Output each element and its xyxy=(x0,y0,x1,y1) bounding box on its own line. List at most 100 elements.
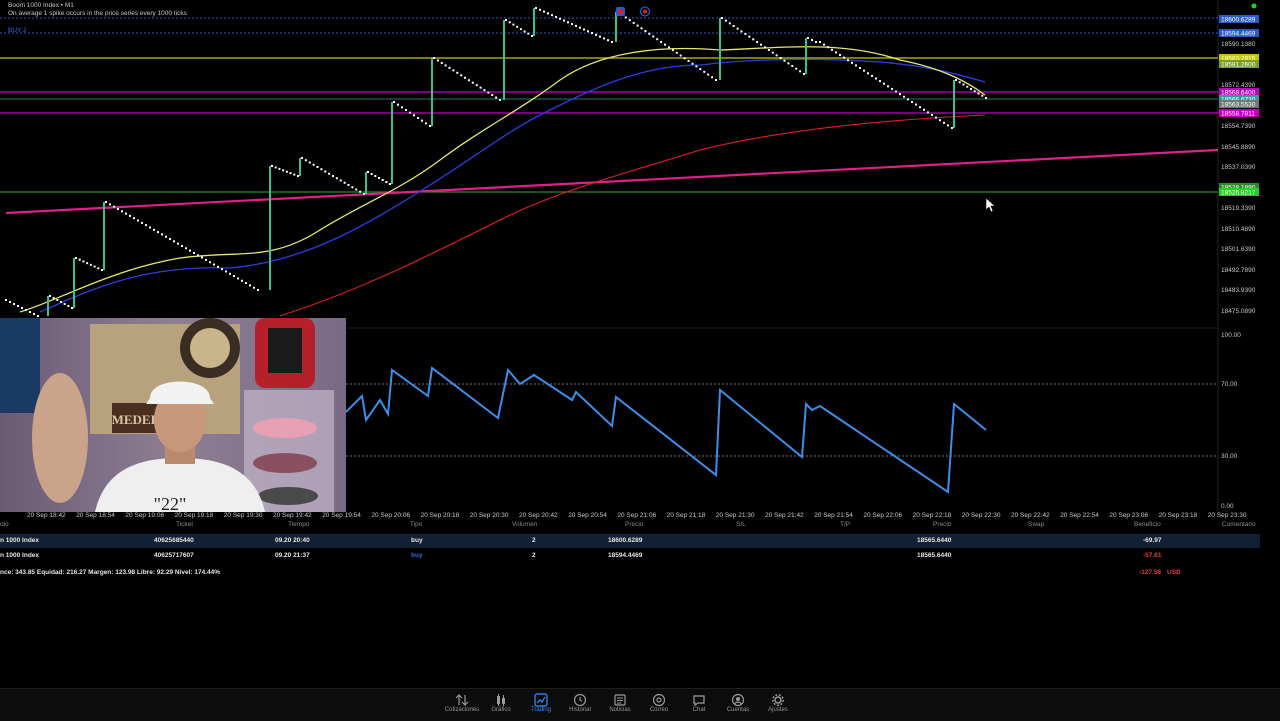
tick-candle xyxy=(791,65,794,67)
price-tag: 18600.6289 xyxy=(1219,15,1259,23)
tick-candle xyxy=(285,170,288,173)
tab-grafico[interactable]: Gráfico xyxy=(479,693,523,719)
col-comment[interactable]: Comentario xyxy=(1222,521,1256,528)
tick-candle xyxy=(981,94,984,97)
tick-candle xyxy=(543,10,545,13)
tick-candle xyxy=(970,88,972,90)
trade-time: 09.20 20:40 xyxy=(275,537,310,544)
tick-candle xyxy=(571,23,573,26)
tick-candle xyxy=(89,263,92,266)
price-tag-label: 18558.7811 xyxy=(1221,110,1255,117)
tick-candle xyxy=(843,56,845,59)
price-tag: 18581.2600 xyxy=(1219,60,1259,68)
col-ticket[interactable]: Ticket xyxy=(176,521,193,528)
col-cur-price[interactable]: Precio xyxy=(933,521,951,528)
col-swap[interactable]: Swap xyxy=(1028,521,1044,528)
tick-candle xyxy=(831,48,833,51)
price-tick-label: 18554.7390 xyxy=(1221,123,1256,130)
trade-symbol: n 1000 Index xyxy=(0,552,40,559)
tick-candle xyxy=(278,167,281,170)
col-price[interactable]: Precio xyxy=(625,521,643,528)
time-tick-label: 20 Sep 19:54 xyxy=(322,512,361,519)
price-tick-label: 18510.4890 xyxy=(1221,226,1256,233)
tick-candle xyxy=(301,157,303,159)
tick-candle xyxy=(448,66,451,69)
tab-cuentas[interactable]: Cuentas xyxy=(716,693,760,719)
tick-candle xyxy=(679,54,682,57)
osc-tick-label: 70.00 xyxy=(1221,381,1238,388)
tick-candle xyxy=(217,265,219,268)
tab-historial[interactable]: Historial xyxy=(558,693,602,719)
trend-chart-icon xyxy=(534,693,548,707)
shirt-text: "22" xyxy=(154,494,187,512)
tick-candle xyxy=(312,163,315,166)
tick-candle xyxy=(225,270,227,273)
price-tag: 18563.5530 xyxy=(1219,100,1259,108)
tick-candle xyxy=(177,242,179,245)
tick-candle xyxy=(823,43,825,46)
tick-candle xyxy=(401,106,403,109)
tick-candle xyxy=(97,267,100,270)
tick-candle xyxy=(339,179,342,182)
tick-candle xyxy=(452,69,455,72)
tick-candle xyxy=(343,181,346,184)
tick-candle xyxy=(233,275,235,278)
time-axis: 20 Sep 18:42 20 Sep 18:54 20 Sep 19:06 20 S… xyxy=(27,512,1247,519)
tick-candle xyxy=(962,83,965,86)
trade-ticket: 40625717607 xyxy=(154,552,194,559)
tab-cotizaciones[interactable]: Cotizaciones xyxy=(440,693,484,719)
tick-candle xyxy=(456,71,459,74)
col-tp[interactable]: T/P xyxy=(840,521,850,528)
time-tick-label: 20 Sep 21:42 xyxy=(765,512,804,519)
col-sl[interactable]: S/L xyxy=(736,521,746,528)
osc-tick-label: 30.00 xyxy=(1221,453,1238,460)
tab-ajustes[interactable]: Ajustes xyxy=(756,693,800,719)
col-type[interactable]: Tipo xyxy=(410,521,422,528)
tick-candle xyxy=(875,77,877,80)
candles-icon xyxy=(497,694,505,706)
order-line-label[interactable]: BUY 2 xyxy=(8,27,27,34)
tab-correo[interactable]: Correo xyxy=(637,693,681,719)
tab-label: Gráfico xyxy=(491,707,511,713)
order-marker-icon[interactable] xyxy=(616,7,625,16)
account-summary: nce: 343.85 Equidad: 216.27 Margen: 123.… xyxy=(0,566,1260,578)
tick-candle xyxy=(567,21,569,24)
price-tag: 18526.8217 xyxy=(1219,188,1259,196)
tick-candle xyxy=(487,91,490,94)
tab-chat[interactable]: Chat xyxy=(677,693,721,719)
tick-candle xyxy=(475,84,478,87)
tick-candle xyxy=(328,172,331,175)
tick-candle xyxy=(49,295,51,297)
tab-trading[interactable]: Trading xyxy=(519,693,563,719)
chat-bubble-icon xyxy=(693,695,705,707)
tick-candle xyxy=(715,79,717,81)
tick-candle xyxy=(60,301,62,303)
tick-candle xyxy=(332,175,334,177)
tick-candle xyxy=(389,183,391,185)
tick-candle xyxy=(891,87,893,90)
tick-candle xyxy=(153,228,155,231)
trade-row[interactable]: n 1000 Index 40625685440 09.20 20:40 buy… xyxy=(0,534,1260,548)
tick-candle xyxy=(740,30,743,33)
trade-time: 09.20 21:37 xyxy=(275,552,310,559)
time-tick-label: 20 Sep 18:54 xyxy=(76,512,115,519)
tick-candle xyxy=(883,82,885,85)
tab-noticias[interactable]: Noticias xyxy=(598,693,642,719)
tick-candle xyxy=(923,108,925,111)
trade-row[interactable]: n 1000 Index 40625717607 09.20 21:37 buy… xyxy=(0,549,1260,563)
tick-candle xyxy=(683,57,686,60)
tick-candle xyxy=(559,17,561,20)
col-profit[interactable]: Beneficio xyxy=(1134,521,1161,528)
tick-candle xyxy=(181,245,183,247)
tick-candle xyxy=(911,100,913,103)
col-symbol[interactable]: olo xyxy=(0,521,9,528)
tick-candle xyxy=(483,89,486,92)
time-tick-label: 20 Sep 21:30 xyxy=(716,512,755,519)
tick-candle xyxy=(767,49,770,51)
col-time[interactable]: Tiempo xyxy=(288,521,309,528)
tick-candle xyxy=(440,61,443,64)
col-volume[interactable]: Volumen xyxy=(512,521,537,528)
tick-candle xyxy=(129,214,131,217)
tab-label: Noticias xyxy=(609,707,631,713)
tick-candle xyxy=(505,19,507,21)
